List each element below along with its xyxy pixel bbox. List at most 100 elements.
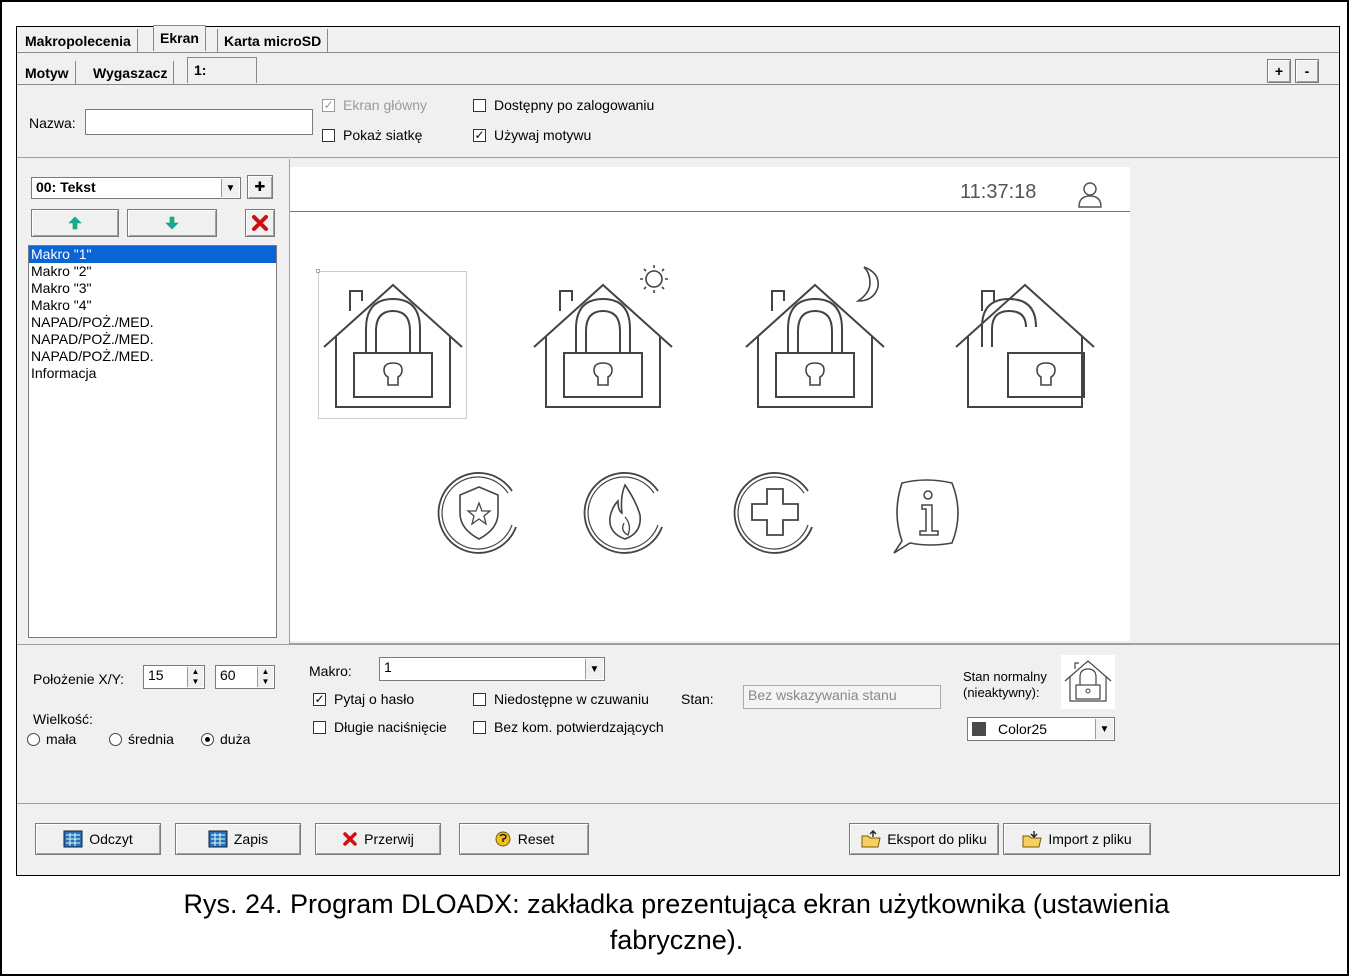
unavailable-armed-label: Niedostępne w czuwaniu: [494, 691, 649, 707]
read-button[interactable]: Odczyt: [35, 823, 161, 855]
export-button[interactable]: Eksport do pliku: [849, 823, 999, 855]
folder-import-icon: [1022, 831, 1042, 848]
cancel-icon: [343, 832, 357, 846]
tab-ekran[interactable]: Ekran: [153, 25, 206, 51]
radio-dot: [27, 732, 40, 746]
pos-x-input[interactable]: 15 ▲ ▼: [143, 665, 205, 689]
divider: [17, 803, 1339, 804]
move-up-button[interactable]: [31, 209, 119, 237]
read-icon: [63, 830, 83, 848]
after-login-checkbox[interactable]: Dostępny po zalogowaniu: [473, 97, 654, 113]
macro-label: Makro:: [309, 663, 352, 679]
write-label: Zapis: [233, 831, 269, 847]
fire-icon[interactable]: [580, 467, 670, 557]
list-item[interactable]: NAPAD/POŻ./MED.: [29, 314, 276, 331]
size-medium-radio[interactable]: średnia: [109, 731, 174, 747]
divider: [17, 157, 1339, 158]
caption-line-2: fabryczne).: [609, 925, 744, 955]
size-large-radio[interactable]: duża: [201, 731, 250, 747]
chevron-down-icon[interactable]: ▼: [585, 659, 603, 679]
use-theme-checkbox[interactable]: ✓ Używaj motywu: [473, 127, 591, 143]
main-screen-checkbox: ✓ Ekran główny: [322, 97, 427, 113]
sub-tab-bar: Motyw Wygaszacz 1: + -: [17, 57, 1339, 85]
delete-icon: [252, 215, 268, 231]
pos-y-input[interactable]: 60 ▲ ▼: [215, 665, 275, 689]
moon-icon: [855, 266, 880, 302]
list-item[interactable]: Informacja: [29, 365, 276, 382]
tab-makropolecenia[interactable]: Makropolecenia: [19, 29, 138, 53]
element-select-value: 00: Tekst: [36, 179, 96, 195]
ask-password-label: Pytaj o hasło: [334, 691, 415, 707]
delete-element-button[interactable]: [245, 209, 275, 237]
macro-select-value: 1: [384, 659, 392, 675]
spin-buttons[interactable]: ▲ ▼: [257, 667, 273, 687]
selection-handle[interactable]: [316, 269, 320, 273]
abort-button[interactable]: Przerwij: [315, 823, 441, 855]
house-disarmed-icon[interactable]: [952, 277, 1098, 413]
normal-state-preview[interactable]: [1061, 655, 1115, 709]
element-list[interactable]: Makro "1" Makro "2" Makro "3" Makro "4" …: [28, 245, 277, 638]
house-night-armed-icon[interactable]: [742, 265, 892, 413]
sun-icon: [645, 270, 663, 288]
abort-label: Przerwij: [364, 831, 414, 847]
no-confirm-label: Bez kom. potwierdzających: [494, 719, 664, 735]
medical-icon[interactable]: [730, 467, 820, 557]
info-icon[interactable]: [886, 473, 972, 559]
normal-state-label-2: (nieaktywny):: [963, 685, 1040, 700]
list-item[interactable]: Makro "2": [29, 263, 276, 280]
import-button[interactable]: Import z pliku: [1003, 823, 1151, 855]
read-label: Odczyt: [89, 831, 133, 847]
list-item[interactable]: NAPAD/POŻ./MED.: [29, 348, 276, 365]
long-press-checkbox[interactable]: Długie naciśnięcie: [313, 719, 447, 735]
name-input[interactable]: [85, 109, 313, 135]
user-icon: [1078, 182, 1102, 208]
after-login-label: Dostępny po zalogowaniu: [494, 97, 655, 113]
main-screen-label: Ekran główny: [343, 97, 428, 113]
pos-x-value: 15: [148, 667, 164, 683]
tab-karta-microsd[interactable]: Karta microSD: [217, 29, 329, 53]
size-medium-label: średnia: [128, 731, 174, 747]
list-item[interactable]: Makro "3": [29, 280, 276, 297]
house-armed-icon[interactable]: [320, 277, 466, 413]
chevron-down-icon[interactable]: ▼: [1095, 719, 1113, 739]
no-confirm-checkbox[interactable]: Bez kom. potwierdzających: [473, 719, 664, 735]
show-grid-label: Pokaż siatkę: [343, 127, 423, 143]
pos-y-value: 60: [220, 667, 236, 683]
list-item[interactable]: Makro "1": [29, 246, 276, 263]
unavailable-armed-checkbox[interactable]: Niedostępne w czuwaniu: [473, 691, 649, 707]
normal-state-label: Stan normalny: [963, 669, 1047, 684]
move-down-button[interactable]: [127, 209, 217, 237]
tab-screen-1[interactable]: 1:: [187, 57, 257, 83]
tab-motyw[interactable]: Motyw: [19, 61, 76, 85]
police-icon[interactable]: [434, 467, 524, 557]
checkbox-box: [313, 720, 326, 734]
list-item[interactable]: Makro "4": [29, 297, 276, 314]
color-select[interactable]: Color25 ▼: [967, 717, 1115, 741]
app-window: Makropolecenia Ekran Karta microSD Motyw…: [16, 25, 1340, 876]
write-icon: [208, 830, 228, 848]
size-small-label: mała: [46, 731, 77, 747]
element-select[interactable]: 00: Tekst ▼: [31, 177, 241, 199]
radio-dot: [109, 732, 122, 746]
list-item[interactable]: NAPAD/POŻ./MED.: [29, 331, 276, 348]
remove-screen-button[interactable]: -: [1295, 59, 1319, 83]
ask-password-checkbox[interactable]: ✓ Pytaj o hasło: [313, 691, 414, 707]
house-day-armed-icon[interactable]: [530, 265, 680, 413]
macro-select[interactable]: 1 ▼: [379, 657, 605, 681]
checkbox-box: [322, 128, 335, 142]
reset-icon: [495, 831, 511, 847]
spin-buttons[interactable]: ▲ ▼: [187, 667, 203, 687]
show-grid-checkbox[interactable]: Pokaż siatkę: [322, 127, 422, 143]
reset-button[interactable]: Reset: [459, 823, 589, 855]
reset-label: Reset: [517, 831, 555, 847]
checkbox-box: ✓: [322, 97, 335, 112]
add-element-button[interactable]: ✚: [247, 175, 273, 199]
import-label: Import z pliku: [1048, 831, 1132, 847]
tab-wygaszacz[interactable]: Wygaszacz: [87, 61, 175, 85]
top-tab-bar: Makropolecenia Ekran Karta microSD: [17, 25, 1339, 53]
preview-area: 11:37:18: [289, 159, 1339, 644]
write-button[interactable]: Zapis: [175, 823, 301, 855]
add-screen-button[interactable]: +: [1267, 59, 1291, 83]
size-small-radio[interactable]: mała: [27, 731, 76, 747]
chevron-down-icon[interactable]: ▼: [221, 179, 239, 197]
